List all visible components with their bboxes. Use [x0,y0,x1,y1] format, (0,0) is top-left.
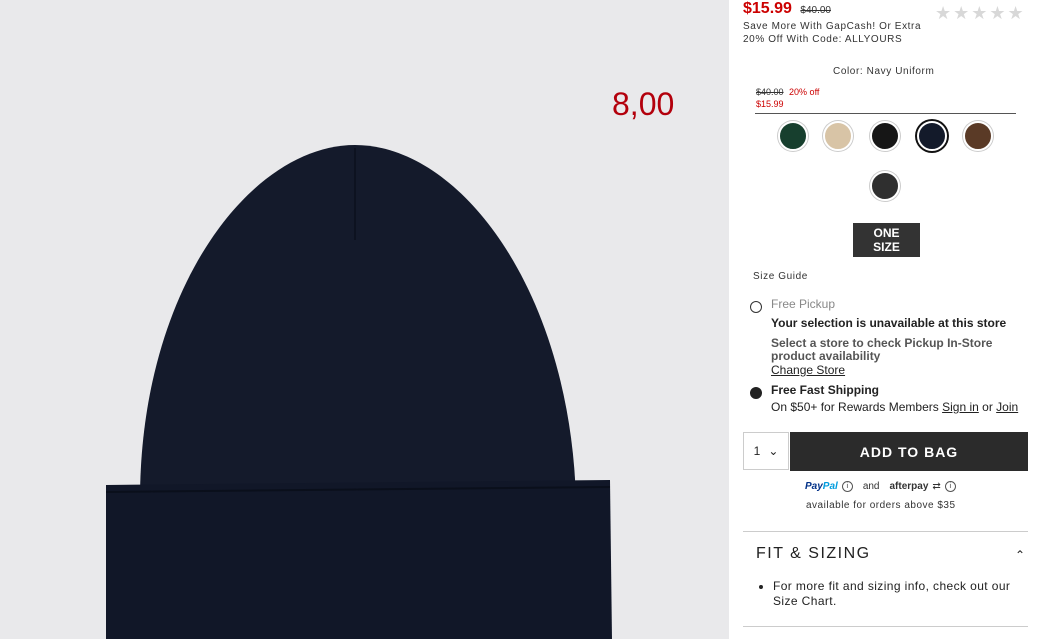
or-text: or [982,400,993,414]
swatch-original-price: $40.00 [756,87,784,97]
color-divider [755,113,1016,114]
shipping-label: Free Fast Shipping [771,383,880,397]
and-text: and [862,481,880,492]
original-price: $40.00 [800,5,831,16]
swatch-discount: 20% off [789,87,820,97]
shipping-detail: On $50+ for Rewards Members [771,400,939,414]
info-icon[interactable]: i [944,481,956,492]
size-one-size-button[interactable]: ONE SIZE [853,223,920,257]
add-to-bag-button[interactable]: ADD TO BAG [790,432,1028,471]
paypal-logo-part2: Pal [822,481,838,492]
paypal-logo: PayPal [805,481,838,492]
color-swatch-charcoal[interactable] [870,171,900,201]
chevron-up-icon[interactable]: ⌃ [1015,548,1025,562]
swatch-price: $40.00 20% off $15.99 [756,86,819,110]
afterpay-arrows-icon: ⇄ [932,481,941,492]
color-swatch-navy[interactable] [917,121,947,151]
pickup-label: Free Pickup [771,297,836,311]
beanie-image [105,145,612,639]
fit-sizing-item: For more fit and sizing info, check out … [773,579,1023,609]
fit-sizing-list: For more fit and sizing info, check out … [757,579,1023,609]
chevron-down-icon: ⌄ [768,444,779,458]
join-link[interactable]: Join [996,400,1018,414]
shipping-radio[interactable] [750,387,762,399]
color-swatch-black[interactable] [870,121,900,151]
info-icon[interactable]: i [841,481,853,492]
swatch-current-price: $15.99 [756,99,784,109]
pickup-unavailable: Your selection is unavailable at this st… [771,316,1007,330]
overlay-price: 8,00 [612,86,675,122]
product-image-panel[interactable]: 8,00 [0,0,729,639]
color-swatch-oatmeal[interactable] [823,121,853,151]
shipping-detail-row: On $50+ for Rewards Members Sign in or J… [771,401,1018,414]
color-swatch-brown[interactable] [963,121,993,151]
payment-options: PayPal i and afterpay ⇄ i [805,481,956,492]
quantity-select[interactable]: 1 ⌄ [743,432,789,470]
change-store-link[interactable]: Change Store [771,364,845,377]
promo-text: Save More With GapCash! Or Extra 20% Off… [743,21,922,45]
sign-in-link[interactable]: Sign in [942,400,979,414]
section-divider [743,531,1028,532]
pickup-hint: Select a store to check Pickup In-Store … [771,336,993,363]
rating-stars[interactable]: ★★★★★ [935,3,1026,24]
paypal-logo-part1: Pay [805,481,823,492]
section-divider [743,626,1028,627]
color-label: Color: Navy Uniform [833,66,935,77]
pickup-radio[interactable] [750,301,762,313]
fit-sizing-header[interactable]: FIT & SIZING [756,545,871,563]
price-row: $15.99 $40.00 [743,0,831,18]
color-swatch-green[interactable] [778,121,808,151]
product-details-panel: $15.99 $40.00 ★★★★★ Save More With GapCa… [729,0,1059,639]
afterpay-logo: afterpay [889,481,929,492]
payment-availability: available for orders above $35 [806,500,956,511]
size-guide-link[interactable]: Size Guide [753,271,808,282]
current-price: $15.99 [743,0,792,17]
quantity-value: 1 [753,444,761,458]
